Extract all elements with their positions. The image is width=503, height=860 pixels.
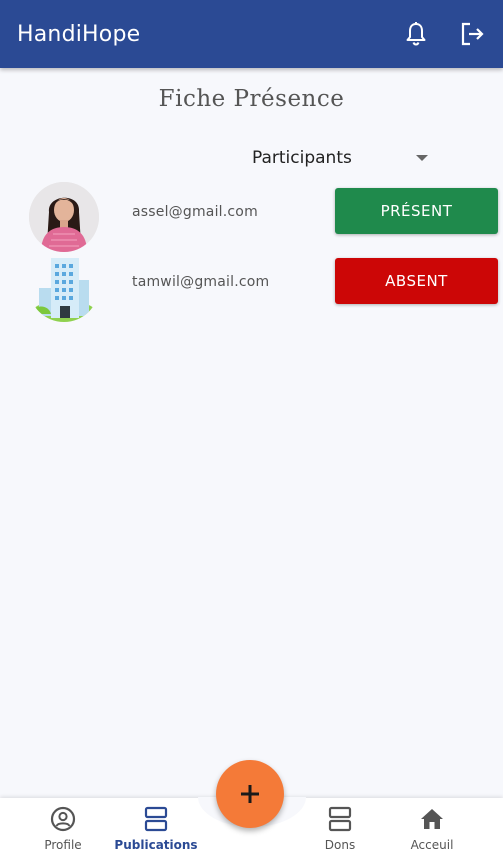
profile-icon <box>50 806 76 832</box>
page-title: Fiche Présence <box>158 86 345 112</box>
nav-item-acceuil[interactable]: Acceuil <box>384 806 480 858</box>
nav-label-profile: Profile <box>44 838 82 852</box>
participants-dropdown[interactable]: Participants <box>252 144 430 172</box>
dropdown-caret-icon <box>416 155 428 161</box>
dropdown-selected: Participants <box>252 148 352 168</box>
add-button[interactable] <box>216 760 284 828</box>
home-icon <box>421 809 443 829</box>
building-icon <box>29 252 99 322</box>
publications-icon <box>144 806 168 832</box>
participant-email: assel@gmail.com <box>132 204 258 220</box>
nav-label-acceuil: Acceuil <box>410 838 454 852</box>
participant-email: tamwil@gmail.com <box>132 274 270 290</box>
app-bar: HandiHope <box>0 0 503 68</box>
bell-icon[interactable] <box>401 19 431 49</box>
nav-item-dons[interactable]: Dons <box>292 806 388 858</box>
nav-label-publications: Publications <box>114 838 198 852</box>
logout-icon[interactable] <box>457 19 487 49</box>
app-title: HandiHope <box>17 21 141 47</box>
nav-item-profile[interactable]: Profile <box>15 806 111 858</box>
present-button[interactable]: PRÉSENT <box>335 188 498 234</box>
nav-label-dons: Dons <box>324 838 356 852</box>
nav-item-publications[interactable]: Publications <box>108 806 204 858</box>
absent-button[interactable]: ABSENT <box>335 258 498 304</box>
avatar <box>29 182 99 252</box>
participant-row: tamwil@gmail.com ABSENT <box>0 252 503 324</box>
plus-icon <box>241 785 259 803</box>
dons-icon <box>328 806 352 832</box>
participant-row: assel@gmail.com PRÉSENT <box>0 182 503 254</box>
